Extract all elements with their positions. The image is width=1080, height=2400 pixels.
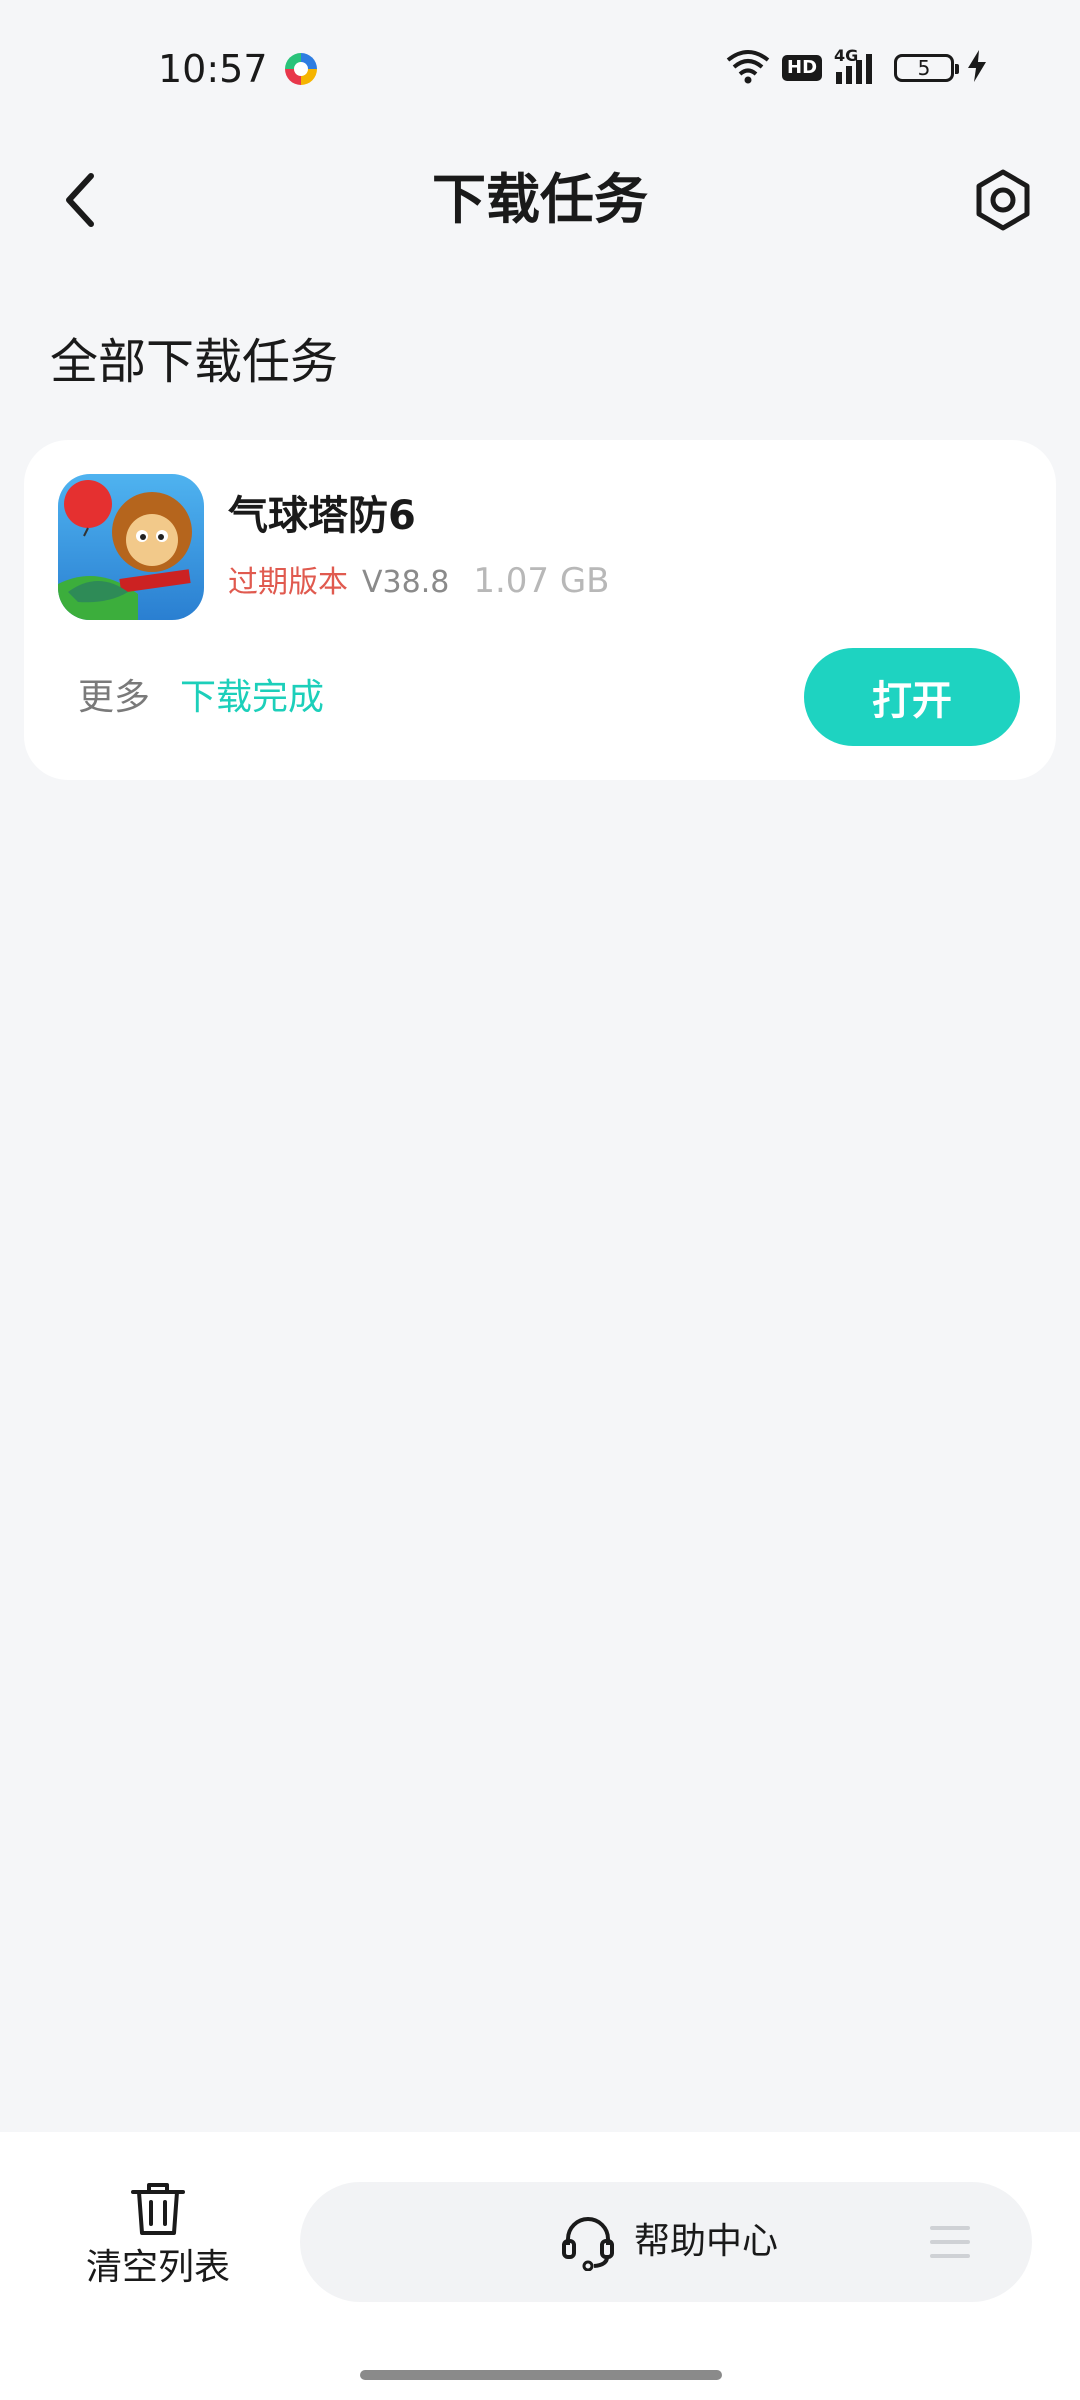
battery-icon: 5 [894, 54, 960, 82]
app-size: 1.07 GB [473, 561, 610, 601]
status-time: 10:57 [158, 47, 268, 91]
home-indicator[interactable] [360, 2370, 722, 2380]
app-version: V38.8 [362, 565, 450, 600]
settings-icon [976, 169, 1030, 231]
charging-icon [966, 49, 988, 87]
page-title: 下载任务 [432, 168, 648, 231]
trash-icon [131, 2183, 185, 2235]
settings-button[interactable] [968, 164, 1038, 236]
app-name: 气球塔防6 [228, 493, 416, 539]
open-button[interactable]: 打开 [804, 648, 1020, 746]
wifi-icon [726, 48, 770, 88]
section-title: 全部下载任务 [50, 334, 339, 390]
clear-list-button[interactable]: 清空列表 [68, 2180, 248, 2310]
app-notification-icon [282, 50, 320, 88]
app-icon[interactable] [58, 474, 204, 620]
clear-list-label: 清空列表 [85, 2247, 230, 2288]
battery-level: 5 [917, 56, 931, 80]
help-center-label: 帮助中心 [634, 2221, 779, 2262]
more-button[interactable]: 更多 [78, 672, 150, 724]
download-status: 下载完成 [180, 677, 325, 718]
help-center-content[interactable]: 帮助中心 [560, 2212, 778, 2272]
cellular-signal-icon: 4G [834, 46, 882, 86]
hd-badge: HD [782, 55, 823, 81]
headset-icon [562, 2217, 614, 2271]
outdated-tag: 过期版本 [228, 565, 348, 600]
menu-icon[interactable] [928, 2222, 972, 2262]
status-indicators: HD 4G 5 [726, 46, 988, 90]
app-meta: 过期版本 V38.8 1.07 GB [228, 560, 610, 604]
